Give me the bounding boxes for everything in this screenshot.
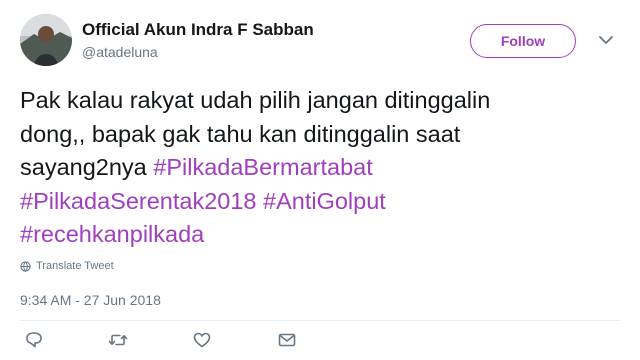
avatar[interactable]: [20, 14, 72, 66]
display-name[interactable]: Official Akun Indra F Sabban: [82, 20, 314, 40]
hashtag-link[interactable]: #recehkanpilkada: [20, 221, 204, 247]
tweet-text-segment: Pak kalau rakyat udah pilih jangan ditin…: [20, 87, 491, 113]
tweet-timestamp[interactable]: 9:34 AM - 27 Jun 2018: [20, 292, 161, 308]
follow-button[interactable]: Follow: [470, 24, 576, 58]
reply-icon[interactable]: [24, 330, 44, 350]
chevron-down-icon[interactable]: [598, 34, 614, 46]
translate-label: Translate Tweet: [36, 260, 114, 272]
retweet-icon[interactable]: [108, 330, 128, 350]
user-handle[interactable]: @atadeluna: [82, 44, 158, 60]
globe-icon: [20, 260, 31, 272]
divider: [20, 320, 620, 321]
tweet-text-segment: sayang2nya: [20, 154, 154, 180]
tweet-line: Pak kalau rakyat udah pilih jangan ditin…: [20, 84, 620, 118]
hashtag-link[interactable]: #PilkadaBermartabat: [153, 154, 372, 180]
tweet-text-segment: dong,, bapak gak tahu kan ditinggalin sa…: [20, 120, 461, 147]
envelope-icon[interactable]: [277, 330, 297, 350]
tweet-text: Pak kalau rakyat udah pilih jangan ditin…: [20, 84, 620, 252]
tweet-line: #recehkanpilkada: [20, 218, 620, 252]
heart-icon[interactable]: [192, 330, 212, 350]
hashtag-link[interactable]: #AntiGolput: [263, 188, 386, 214]
action-bar: [0, 328, 640, 352]
tweet-line: sayang2nya #PilkadaBermartabat: [20, 151, 620, 185]
avatar-photo: [20, 14, 72, 66]
translate-tweet-link[interactable]: Translate Tweet: [20, 260, 114, 272]
tweet-line: dong,, bapak gak tahu kan ditinggalin sa…: [20, 118, 620, 152]
hashtag-link[interactable]: #PilkadaSerentak2018: [20, 188, 256, 214]
tweet-line: #PilkadaSerentak2018 #AntiGolput: [20, 185, 620, 219]
